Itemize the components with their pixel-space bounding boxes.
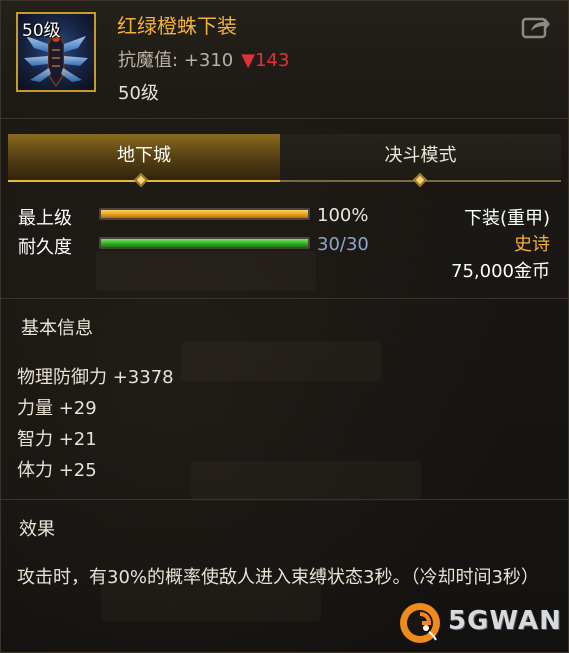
resist-label: 抗魔值:	[118, 50, 179, 71]
watermark-icon	[400, 603, 440, 643]
resist-value: +310	[183, 50, 234, 71]
effect-description: 攻击时，有30%的概率使敌人进入束缚状态3秒。（冷却时间3秒）	[17, 567, 539, 588]
equipment-slot: 下装(重甲)	[463, 208, 550, 229]
attribute-row: 物理防御力 +3378	[17, 367, 174, 388]
effect-title: 效果	[19, 519, 55, 540]
upgrade-bar-fill	[101, 210, 308, 218]
divider	[1, 499, 568, 500]
durability-bar	[99, 237, 310, 249]
background-ghost	[191, 461, 421, 501]
upgrade-value: 100%	[317, 205, 369, 226]
rarity-label: 史诗	[514, 234, 550, 255]
upgrade-label: 最上级	[18, 208, 72, 229]
upgrade-bar	[99, 208, 310, 220]
basic-info-title: 基本信息	[21, 318, 93, 339]
divider	[1, 118, 568, 119]
item-icon[interactable]: 50级	[16, 12, 96, 92]
icon-level-badge: 50级	[22, 21, 61, 41]
durability-value: 30/30	[317, 234, 369, 255]
tab-dungeon[interactable]: 地下城	[8, 134, 280, 182]
down-arrow-icon: ▼	[241, 50, 256, 71]
share-icon	[521, 17, 550, 39]
price-label: 75,000金币	[451, 261, 550, 282]
background-ghost	[96, 251, 316, 291]
attribute-row: 体力 +25	[17, 460, 97, 481]
attribute-row: 力量 +29	[17, 398, 97, 419]
level-requirement: 50级	[118, 83, 159, 104]
mode-tabs: 地下城 决斗模式	[8, 134, 561, 188]
share-button[interactable]	[521, 13, 551, 39]
background-ghost	[181, 341, 381, 381]
item-name: 红绿橙蛛下装	[117, 14, 237, 38]
resist-down-value: 143	[255, 50, 290, 71]
magic-resist-row: 抗魔值: +310 ▼143	[118, 46, 289, 72]
divider	[1, 298, 568, 299]
item-tooltip-panel: 50级 红绿橙蛛下装 抗魔值: +310 ▼143 50级 地下城 决斗模式 最上…	[0, 0, 569, 653]
durability-label: 耐久度	[18, 237, 72, 258]
attribute-row: 智力 +21	[17, 429, 97, 450]
durability-bar-fill	[101, 239, 308, 247]
watermark-logo: 5GWAN	[396, 598, 562, 648]
watermark-text: 5GWAN	[448, 606, 562, 636]
